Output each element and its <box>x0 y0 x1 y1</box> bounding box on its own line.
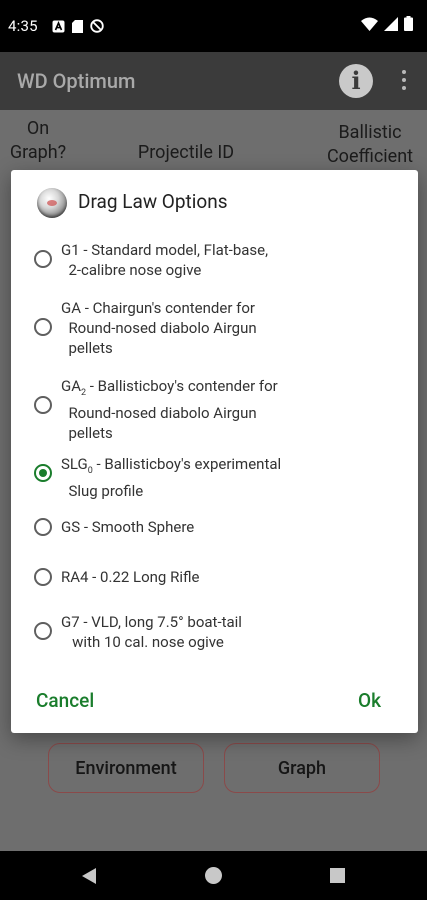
wifi-icon <box>361 16 378 35</box>
no-disturb-icon <box>90 18 104 37</box>
option-ga2-line1: - Ballisticboy's contender for <box>86 377 278 395</box>
option-ga-line1: GA - Chairgun's contender for <box>61 299 255 317</box>
nav-back-icon[interactable] <box>81 867 97 885</box>
option-g1-line1: G1 - Standard model, Flat-base, <box>61 241 269 259</box>
column-header-on-graph: On Graph? <box>2 117 74 165</box>
notification-a-icon <box>52 18 65 37</box>
radio-ra4[interactable] <box>34 568 52 586</box>
option-ga-label: GA - Chairgun's contender for Round-nose… <box>61 298 321 358</box>
environment-button: Environment <box>48 743 204 793</box>
status-system-icons <box>361 16 413 35</box>
option-g1-line2: 2-calibre nose ogive <box>61 261 202 279</box>
radio-g7[interactable] <box>34 622 52 640</box>
drag-law-dialog: Drag Law Options G1 - Standard model, Fl… <box>11 170 418 733</box>
column-header-bc-line2: Coefficient <box>326 146 414 167</box>
app-title: WD Optimum <box>17 69 136 93</box>
info-icon[interactable]: i <box>339 64 373 98</box>
option-slg0-line2: Slug profile <box>61 482 144 500</box>
option-slg0-code: SLG <box>61 455 88 473</box>
radio-gs[interactable] <box>34 518 52 536</box>
graph-button: Graph <box>224 743 380 793</box>
option-ga2-code: GA <box>61 377 82 395</box>
option-slg0[interactable]: SLG0 - Ballisticboy's experimental Slug … <box>11 454 418 501</box>
nav-home-icon[interactable] <box>205 867 222 884</box>
status-notification-icons <box>52 18 104 37</box>
signal-icon <box>384 16 398 35</box>
option-ra4-label: RA4 - 0.22 Long Rifle <box>61 568 200 586</box>
bullet-icon <box>37 188 67 218</box>
option-gs[interactable]: GS - Smooth Sphere <box>11 514 418 540</box>
status-bar: 4:35 <box>0 0 427 52</box>
option-ra4[interactable]: RA4 - 0.22 Long Rifle <box>11 564 418 590</box>
radio-ga[interactable] <box>34 318 52 336</box>
ok-button[interactable]: Ok <box>358 689 381 712</box>
radio-ga2[interactable] <box>34 396 52 414</box>
column-header-bc-line1: Ballistic <box>338 122 402 143</box>
radio-g1[interactable] <box>34 250 52 268</box>
column-header-on-graph-line2: Graph? <box>9 142 67 163</box>
column-header-ballistic-coefficient: Ballistic Coefficient <box>316 121 424 169</box>
app-bar: WD Optimum i <box>0 52 427 110</box>
option-ga2-label: GA2 - Ballisticboy's contender for Round… <box>61 376 321 443</box>
overflow-menu-icon[interactable] <box>400 70 408 92</box>
option-ga-line2: Round-nosed diabolo Airgun <box>61 319 257 337</box>
option-g7[interactable]: G7 - VLD, long 7.5° boat-tail with 10 ca… <box>11 612 418 656</box>
sd-card-icon <box>72 18 83 37</box>
option-g1[interactable]: G1 - Standard model, Flat-base, 2-calibr… <box>11 238 418 282</box>
radio-slg0[interactable] <box>34 464 52 482</box>
navigation-bar <box>0 851 427 900</box>
option-g1-label: G1 - Standard model, Flat-base, 2-calibr… <box>61 240 321 280</box>
option-ga2[interactable]: GA2 - Ballisticboy's contender for Round… <box>11 376 418 443</box>
column-header-on-graph-line1: On <box>26 118 50 139</box>
option-g7-line2: with 10 cal. nose ogive <box>61 633 224 651</box>
option-gs-label: GS - Smooth Sphere <box>61 518 195 536</box>
column-header-projectile-id: Projectile ID <box>137 142 235 163</box>
status-time: 4:35 <box>8 17 38 35</box>
option-g7-label: G7 - VLD, long 7.5° boat-tail with 10 ca… <box>61 612 321 652</box>
option-slg0-label: SLG0 - Ballisticboy's experimental Slug … <box>61 454 321 501</box>
nav-recents-icon[interactable] <box>330 868 345 883</box>
dialog-title: Drag Law Options <box>78 190 228 213</box>
battery-icon <box>404 16 413 35</box>
option-slg0-line1: - Ballisticboy's experimental <box>92 455 282 473</box>
option-ga-line3: pellets <box>61 339 113 357</box>
option-ga[interactable]: GA - Chairgun's contender for Round-nose… <box>11 298 418 362</box>
cancel-button[interactable]: Cancel <box>36 689 94 712</box>
option-ga2-line3: pellets <box>61 424 113 442</box>
option-ga2-line2: Round-nosed diabolo Airgun <box>61 404 257 422</box>
option-g7-line1: G7 - VLD, long 7.5° boat-tail <box>61 613 242 631</box>
